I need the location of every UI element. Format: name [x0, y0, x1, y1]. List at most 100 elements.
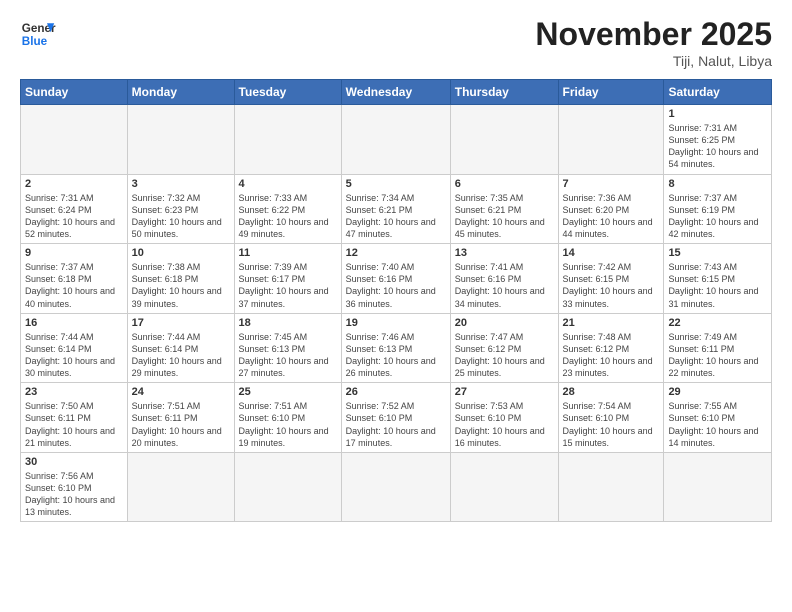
- day-number: 25: [239, 386, 337, 398]
- day-info: Sunrise: 7:52 AM Sunset: 6:10 PM Dayligh…: [346, 400, 446, 449]
- day-info: Sunrise: 7:40 AM Sunset: 6:16 PM Dayligh…: [346, 261, 446, 310]
- calendar-cell: [341, 105, 450, 175]
- calendar-cell: [450, 105, 558, 175]
- day-info: Sunrise: 7:51 AM Sunset: 6:11 PM Dayligh…: [132, 400, 230, 449]
- calendar-cell: 7 Sunrise: 7:36 AM Sunset: 6:20 PM Daylig…: [558, 174, 664, 244]
- calendar-cell: [341, 452, 450, 522]
- day-info: Sunrise: 7:33 AM Sunset: 6:22 PM Dayligh…: [239, 192, 337, 241]
- day-info: Sunrise: 7:44 AM Sunset: 6:14 PM Dayligh…: [132, 331, 230, 380]
- calendar-cell: 20Sunrise: 7:47 AM Sunset: 6:12 PM Dayli…: [450, 313, 558, 383]
- calendar-cell: 27 Sunrise: 7:53 AM Sunset: 6:10 PM Dayli…: [450, 383, 558, 453]
- day-info: Sunrise: 7:31 AM Sunset: 6:25 PM Dayligh…: [668, 122, 767, 171]
- day-info: Sunrise: 7:39 AM Sunset: 6:17 PM Dayligh…: [239, 261, 337, 310]
- day-info: Sunrise: 7:37 AM Sunset: 6:18 PM Dayligh…: [25, 261, 123, 310]
- day-info: Sunrise: 7:44 AM Sunset: 6:14 PM Dayligh…: [25, 331, 123, 380]
- day-info: Sunrise: 7:43 AM Sunset: 6:15 PM Dayligh…: [668, 261, 767, 310]
- day-info: Sunrise: 7:48 AM Sunset: 6:12 PM Dayligh…: [563, 331, 660, 380]
- day-info: Sunrise: 7:36 AM Sunset: 6:20 PM Dayligh…: [563, 192, 660, 241]
- day-info: Sunrise: 7:54 AM Sunset: 6:10 PM Dayligh…: [563, 400, 660, 449]
- calendar-cell: 30Sunrise: 7:56 AM Sunset: 6:10 PM Dayli…: [21, 452, 128, 522]
- day-number: 16: [25, 317, 123, 329]
- calendar-cell: 18 Sunrise: 7:45 AM Sunset: 6:13 PM Dayli…: [234, 313, 341, 383]
- weekday-header-tuesday: Tuesday: [234, 80, 341, 105]
- title-block: November 2025 Tiji, Nalut, Libya: [535, 16, 772, 69]
- day-number: 17: [132, 317, 230, 329]
- svg-text:Blue: Blue: [22, 35, 48, 48]
- day-number: 5: [346, 178, 446, 190]
- calendar-cell: 29 Sunrise: 7:55 AM Sunset: 6:10 PM Dayli…: [664, 383, 772, 453]
- day-info: Sunrise: 7:46 AM Sunset: 6:13 PM Dayligh…: [346, 331, 446, 380]
- day-number: 13: [455, 247, 554, 259]
- day-number: 18: [239, 317, 337, 329]
- day-info: Sunrise: 7:55 AM Sunset: 6:10 PM Dayligh…: [668, 400, 767, 449]
- day-number: 29: [668, 386, 767, 398]
- logo: General Blue: [20, 16, 56, 52]
- calendar-cell: [127, 452, 234, 522]
- day-number: 24: [132, 386, 230, 398]
- weekday-header-thursday: Thursday: [450, 80, 558, 105]
- calendar-cell: 25 Sunrise: 7:51 AM Sunset: 6:10 PM Dayli…: [234, 383, 341, 453]
- calendar-cell: [127, 105, 234, 175]
- calendar-week-row: 1 Sunrise: 7:31 AM Sunset: 6:25 PM Daylig…: [21, 105, 772, 175]
- calendar-cell: 3Sunrise: 7:32 AM Sunset: 6:23 PM Daylig…: [127, 174, 234, 244]
- day-number: 6: [455, 178, 554, 190]
- weekday-header-wednesday: Wednesday: [341, 80, 450, 105]
- calendar-cell: 4Sunrise: 7:33 AM Sunset: 6:22 PM Daylig…: [234, 174, 341, 244]
- day-info: Sunrise: 7:37 AM Sunset: 6:19 PM Dayligh…: [668, 192, 767, 241]
- day-info: Sunrise: 7:56 AM Sunset: 6:10 PM Dayligh…: [25, 470, 123, 519]
- generalblue-logo-icon: General Blue: [20, 16, 56, 52]
- calendar-cell: 14 Sunrise: 7:42 AM Sunset: 6:15 PM Dayli…: [558, 244, 664, 314]
- calendar-cell: [21, 105, 128, 175]
- calendar-cell: [558, 105, 664, 175]
- day-info: Sunrise: 7:35 AM Sunset: 6:21 PM Dayligh…: [455, 192, 554, 241]
- calendar-cell: 9 Sunrise: 7:37 AM Sunset: 6:18 PM Daylig…: [21, 244, 128, 314]
- day-number: 7: [563, 178, 660, 190]
- calendar-cell: 16 Sunrise: 7:44 AM Sunset: 6:14 PM Dayli…: [21, 313, 128, 383]
- day-number: 15: [668, 247, 767, 259]
- day-number: 22: [668, 317, 767, 329]
- day-number: 23: [25, 386, 123, 398]
- calendar-week-row: 2Sunrise: 7:31 AM Sunset: 6:24 PM Daylig…: [21, 174, 772, 244]
- calendar-subtitle: Tiji, Nalut, Libya: [535, 53, 772, 69]
- day-number: 27: [455, 386, 554, 398]
- day-info: Sunrise: 7:53 AM Sunset: 6:10 PM Dayligh…: [455, 400, 554, 449]
- day-info: Sunrise: 7:51 AM Sunset: 6:10 PM Dayligh…: [239, 400, 337, 449]
- calendar-cell: [558, 452, 664, 522]
- day-number: 11: [239, 247, 337, 259]
- calendar-cell: 11 Sunrise: 7:39 AM Sunset: 6:17 PM Dayli…: [234, 244, 341, 314]
- calendar-cell: 21 Sunrise: 7:48 AM Sunset: 6:12 PM Dayli…: [558, 313, 664, 383]
- calendar-cell: 26Sunrise: 7:52 AM Sunset: 6:10 PM Dayli…: [341, 383, 450, 453]
- day-info: Sunrise: 7:50 AM Sunset: 6:11 PM Dayligh…: [25, 400, 123, 449]
- day-number: 14: [563, 247, 660, 259]
- day-info: Sunrise: 7:45 AM Sunset: 6:13 PM Dayligh…: [239, 331, 337, 380]
- day-number: 9: [25, 247, 123, 259]
- calendar-cell: 17 Sunrise: 7:44 AM Sunset: 6:14 PM Dayli…: [127, 313, 234, 383]
- calendar-week-row: 23 Sunrise: 7:50 AM Sunset: 6:11 PM Dayli…: [21, 383, 772, 453]
- calendar-cell: 6 Sunrise: 7:35 AM Sunset: 6:21 PM Daylig…: [450, 174, 558, 244]
- header: General Blue November 2025 Tiji, Nalut, …: [20, 16, 772, 69]
- calendar-cell: [234, 452, 341, 522]
- calendar-title: November 2025: [535, 16, 772, 53]
- calendar-cell: 13 Sunrise: 7:41 AM Sunset: 6:16 PM Dayli…: [450, 244, 558, 314]
- day-number: 28: [563, 386, 660, 398]
- weekday-header-monday: Monday: [127, 80, 234, 105]
- day-number: 2: [25, 178, 123, 190]
- calendar-cell: 24 Sunrise: 7:51 AM Sunset: 6:11 PM Dayli…: [127, 383, 234, 453]
- day-number: 21: [563, 317, 660, 329]
- day-info: Sunrise: 7:41 AM Sunset: 6:16 PM Dayligh…: [455, 261, 554, 310]
- calendar-week-row: 9 Sunrise: 7:37 AM Sunset: 6:18 PM Daylig…: [21, 244, 772, 314]
- day-info: Sunrise: 7:42 AM Sunset: 6:15 PM Dayligh…: [563, 261, 660, 310]
- weekday-header-saturday: Saturday: [664, 80, 772, 105]
- calendar-cell: 15 Sunrise: 7:43 AM Sunset: 6:15 PM Dayli…: [664, 244, 772, 314]
- day-number: 1: [668, 108, 767, 120]
- calendar-cell: 2Sunrise: 7:31 AM Sunset: 6:24 PM Daylig…: [21, 174, 128, 244]
- day-number: 3: [132, 178, 230, 190]
- calendar-cell: [234, 105, 341, 175]
- calendar-cell: 23 Sunrise: 7:50 AM Sunset: 6:11 PM Dayli…: [21, 383, 128, 453]
- calendar-table: SundayMondayTuesdayWednesdayThursdayFrid…: [20, 79, 772, 522]
- day-number: 20: [455, 317, 554, 329]
- weekday-header-friday: Friday: [558, 80, 664, 105]
- calendar-cell: 1 Sunrise: 7:31 AM Sunset: 6:25 PM Daylig…: [664, 105, 772, 175]
- calendar-week-row: 30Sunrise: 7:56 AM Sunset: 6:10 PM Dayli…: [21, 452, 772, 522]
- day-info: Sunrise: 7:38 AM Sunset: 6:18 PM Dayligh…: [132, 261, 230, 310]
